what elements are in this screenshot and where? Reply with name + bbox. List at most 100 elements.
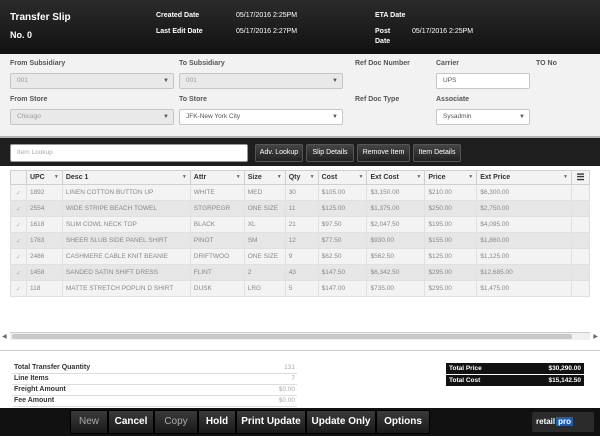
cell-size: ONE SIZE bbox=[243, 248, 286, 265]
check-icon[interactable]: ✓ bbox=[10, 280, 27, 297]
column-header-cost[interactable]: Cost ▼ bbox=[317, 170, 368, 185]
new-button[interactable]: New bbox=[70, 410, 108, 434]
cell-cost: $62.50 bbox=[317, 248, 368, 265]
total-price-label: Total Price bbox=[449, 365, 482, 372]
column-header-attr[interactable]: Attr ▼ bbox=[189, 170, 245, 185]
cell-qty[interactable]: 21 bbox=[284, 216, 319, 233]
slip-number: No. 0 bbox=[10, 30, 33, 40]
column-menu-icon[interactable]: ☰ bbox=[570, 170, 591, 185]
select-column-header bbox=[10, 170, 27, 185]
cell-ext-price: $2,750.00 bbox=[476, 200, 572, 217]
column-header-ext-price[interactable]: Ext Price ▼ bbox=[476, 170, 572, 185]
cell-size: 2 bbox=[243, 264, 286, 281]
cell-qty[interactable]: 5 bbox=[284, 280, 319, 297]
remove-item-button[interactable]: Remove Item bbox=[357, 144, 410, 162]
associate-select[interactable]: Sysadmin ▼ bbox=[436, 109, 530, 125]
cell-upc: 1458 bbox=[25, 264, 63, 281]
update-only-button[interactable]: Update Only bbox=[306, 410, 376, 434]
table-row[interactable]: ✓ 1618 SLIM COWL NECK TOP BLACK XL 21 $9… bbox=[10, 216, 591, 233]
post-date-label-line1: Post bbox=[375, 28, 391, 35]
adv-lookup-button[interactable]: Adv. Lookup bbox=[255, 144, 303, 162]
total-cost-value: $15,142.50 bbox=[548, 377, 581, 384]
check-icon[interactable]: ✓ bbox=[10, 200, 27, 217]
cancel-button[interactable]: Cancel bbox=[108, 410, 154, 434]
action-bar: New Cancel Copy Hold Print Update Update… bbox=[0, 408, 600, 436]
items-grid: UPC ▼ Desc 1 ▼ Attr ▼ Size ▼ Qty ▼ Cost ▼ Ext … bbox=[0, 166, 600, 350]
cell-ext-cost: $930.00 bbox=[366, 232, 426, 249]
check-icon[interactable]: ✓ bbox=[10, 264, 27, 281]
cell-size: MED bbox=[243, 184, 286, 201]
chevron-down-icon: ▼ bbox=[332, 114, 338, 120]
eta-date-label: ETA Date bbox=[375, 12, 406, 19]
cell-qty[interactable]: 12 bbox=[284, 232, 319, 249]
print-update-button[interactable]: Print Update bbox=[236, 410, 306, 434]
cell-ext-price: $4,095.00 bbox=[476, 216, 572, 233]
check-icon[interactable]: ✓ bbox=[10, 184, 27, 201]
freight-amount-value[interactable]: $0.00 bbox=[279, 386, 295, 393]
to-store-select[interactable]: JFK-New York City ▼ bbox=[179, 109, 343, 125]
retailpro-logo: retail pro bbox=[532, 412, 594, 432]
item-details-button[interactable]: Item Details bbox=[413, 144, 461, 162]
column-header-desc1[interactable]: Desc 1 ▼ bbox=[61, 170, 191, 185]
carrier-field[interactable]: UPS bbox=[436, 73, 530, 89]
scrollbar-thumb[interactable] bbox=[12, 334, 572, 339]
cell-attr: DRIFTWOO bbox=[189, 248, 245, 265]
table-row[interactable]: ✓ 118 MATTE STRETCH POPLIN D SHIRT DUSK … bbox=[10, 280, 591, 297]
scroll-right-icon[interactable]: ▶ bbox=[593, 333, 598, 340]
hold-button[interactable]: Hold bbox=[198, 410, 236, 434]
created-date-label: Created Date bbox=[156, 12, 200, 19]
chevron-down-icon: ▼ bbox=[332, 78, 338, 84]
cell-upc: 2486 bbox=[25, 248, 63, 265]
cell-spacer bbox=[570, 280, 591, 297]
cell-qty[interactable]: 30 bbox=[284, 184, 319, 201]
cell-attr: BLACK bbox=[189, 216, 245, 233]
from-subsidiary-select[interactable]: 001 ▼ bbox=[10, 73, 174, 89]
table-row[interactable]: ✓ 1892 LINEN COTTON BUTTON UP WHITE MED … bbox=[10, 184, 591, 201]
column-header-qty[interactable]: Qty ▼ bbox=[284, 170, 319, 185]
to-subsidiary-value: 001 bbox=[186, 77, 197, 84]
from-store-value: Chicago bbox=[17, 113, 41, 120]
table-row[interactable]: ✓ 2486 CASHMERE CABLE KNIT BEANIE DRIFTW… bbox=[10, 248, 591, 265]
total-cost-row: Total Cost $15,142.50 bbox=[446, 375, 584, 386]
cell-ext-cost: $6,342.50 bbox=[366, 264, 426, 281]
copy-button[interactable]: Copy bbox=[154, 410, 198, 434]
cell-qty[interactable]: 43 bbox=[284, 264, 319, 281]
post-date-value: 05/17/2016 2:25PM bbox=[412, 28, 474, 35]
table-row[interactable]: ✓ 2554 WIDE STRIPE BEACH TOWEL STGRPEGR … bbox=[10, 200, 591, 217]
carrier-label: Carrier bbox=[436, 60, 459, 67]
from-store-select[interactable]: Chicago ▼ bbox=[10, 109, 174, 125]
table-row[interactable]: ✓ 1458 SANDED SATIN SHIFT DRESS FLINT 2 … bbox=[10, 264, 591, 281]
total-price-value: $30,290.00 bbox=[548, 365, 581, 372]
cell-spacer bbox=[570, 200, 591, 217]
item-lookup-input[interactable]: Item Lookup bbox=[10, 144, 248, 162]
column-header-size[interactable]: Size ▼ bbox=[243, 170, 286, 185]
cell-size: LRG bbox=[243, 280, 286, 297]
cell-ext-price: $1,475.00 bbox=[476, 280, 572, 297]
column-header-upc[interactable]: UPC ▼ bbox=[25, 170, 63, 185]
horizontal-scrollbar[interactable]: ◀ ▶ bbox=[2, 332, 598, 340]
cell-desc1: MATTE STRETCH POPLIN D SHIRT bbox=[61, 280, 191, 297]
cell-price: $195.00 bbox=[424, 216, 478, 233]
line-items-label: Line Items bbox=[14, 375, 49, 382]
chevron-down-icon: ▼ bbox=[276, 174, 282, 180]
check-icon[interactable]: ✓ bbox=[10, 232, 27, 249]
cell-attr: DUSK bbox=[189, 280, 245, 297]
cell-size: ONE SIZE bbox=[243, 200, 286, 217]
table-row[interactable]: ✓ 1783 SHEER SLUB SIDE PANEL SHIRT PINOT… bbox=[10, 232, 591, 249]
to-subsidiary-select[interactable]: 001 ▼ bbox=[179, 73, 343, 89]
cell-attr: FLINT bbox=[189, 264, 245, 281]
check-icon[interactable]: ✓ bbox=[10, 248, 27, 265]
cell-ext-price: $12,685.00 bbox=[476, 264, 572, 281]
cell-cost: $147.50 bbox=[317, 264, 368, 281]
check-icon[interactable]: ✓ bbox=[10, 216, 27, 233]
column-header-price[interactable]: Price ▼ bbox=[424, 170, 478, 185]
created-date-value: 05/17/2016 2:25PM bbox=[236, 12, 298, 19]
chevron-down-icon: ▼ bbox=[181, 174, 187, 180]
column-header-ext-cost[interactable]: Ext Cost ▼ bbox=[366, 170, 426, 185]
fee-amount-value[interactable]: $0.00 bbox=[279, 397, 295, 404]
cell-qty[interactable]: 9 bbox=[284, 248, 319, 265]
slip-details-button[interactable]: Slip Details bbox=[306, 144, 354, 162]
options-button[interactable]: Options bbox=[376, 410, 430, 434]
scroll-left-icon[interactable]: ◀ bbox=[2, 333, 7, 340]
cell-qty[interactable]: 11 bbox=[284, 200, 319, 217]
